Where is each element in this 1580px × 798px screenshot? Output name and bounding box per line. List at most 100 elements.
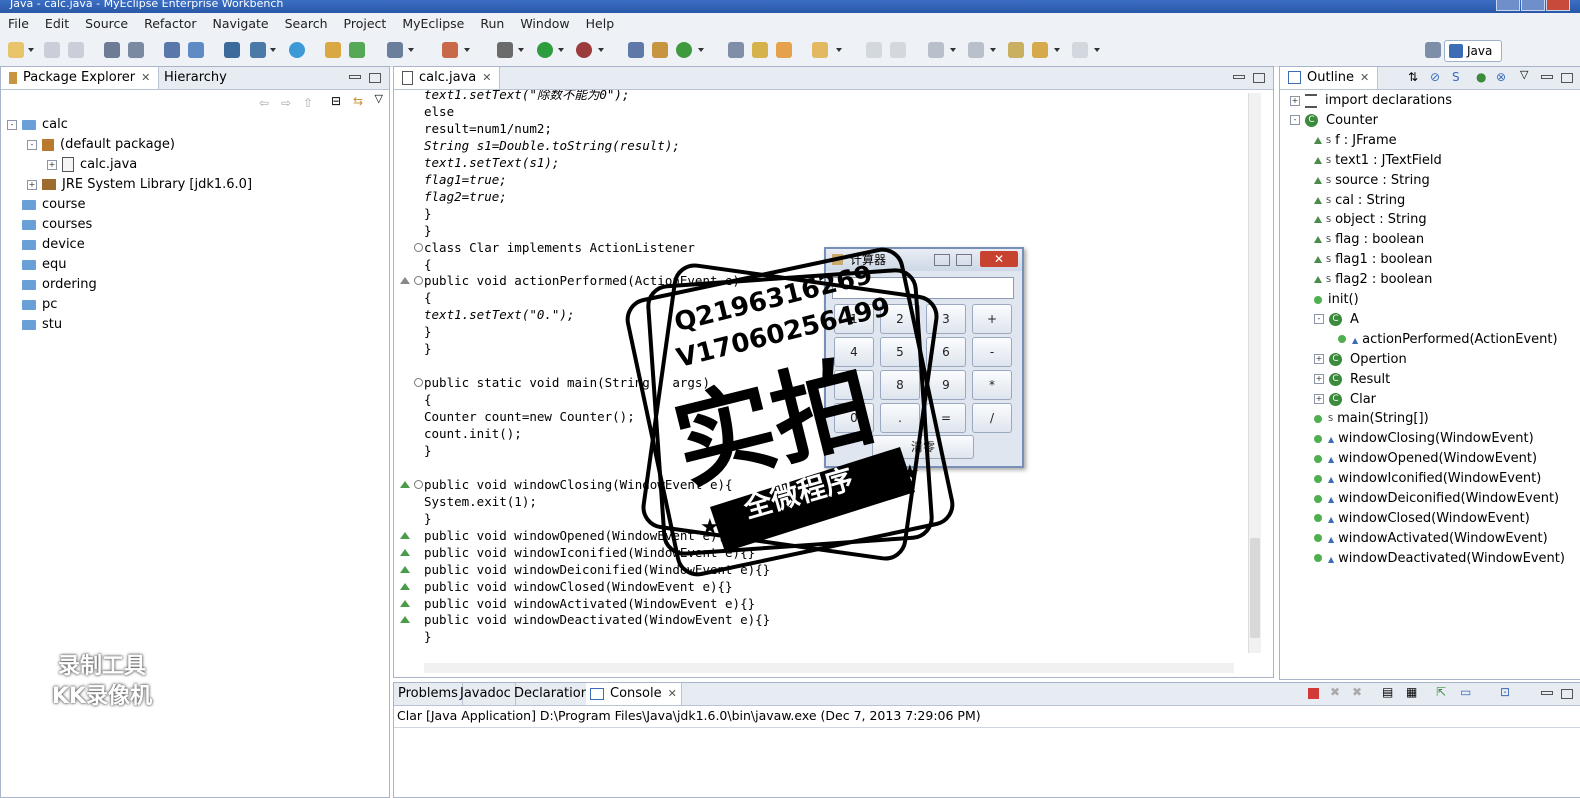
tab-declaration[interactable]: Declaration xyxy=(510,683,594,705)
remove-all-icon[interactable]: ✖ xyxy=(1352,685,1362,699)
implement-marker-icon[interactable] xyxy=(400,531,410,539)
new-java-icon[interactable] xyxy=(676,42,692,58)
collapse-all-icon[interactable]: ⊟ xyxy=(331,94,341,108)
clear-console-icon[interactable]: ▤ xyxy=(1382,685,1393,699)
tree-item[interactable]: - (default package) xyxy=(27,135,175,155)
prev-annotation-icon[interactable] xyxy=(968,42,984,58)
open-folder-icon[interactable] xyxy=(325,42,341,58)
expand-icon[interactable]: + xyxy=(1314,374,1324,385)
calc-key[interactable]: * xyxy=(972,370,1012,400)
implement-marker-icon[interactable] xyxy=(400,582,410,590)
calc-key[interactable]: 5 xyxy=(880,337,920,367)
calc-key[interactable]: 6 xyxy=(926,337,966,367)
open-console-icon[interactable]: ⊡ xyxy=(1500,685,1510,699)
outline-item[interactable]: Ssource : String xyxy=(1314,171,1430,191)
minimize-window-button[interactable] xyxy=(1496,0,1520,11)
outline-item[interactable]: ▲ windowDeactivated(WindowEvent) xyxy=(1314,549,1565,569)
collapse-icon[interactable]: - xyxy=(7,119,17,130)
expand-icon[interactable]: + xyxy=(27,179,37,190)
menu-myeclipse[interactable]: MyEclipse xyxy=(394,16,472,31)
new-package-icon[interactable] xyxy=(652,42,668,58)
outline-item[interactable]: -CA xyxy=(1314,310,1359,330)
close-window-button[interactable] xyxy=(1546,0,1570,11)
menu-window[interactable]: Window xyxy=(512,16,577,31)
editor-horizontal-scrollbar[interactable] xyxy=(424,663,1234,673)
hide-static-icon[interactable]: S xyxy=(1452,70,1460,84)
run-server-icon[interactable] xyxy=(250,42,266,58)
implement-marker-icon[interactable] xyxy=(400,565,410,573)
open-type-icon[interactable] xyxy=(728,42,744,58)
outline-item[interactable]: + import declarations xyxy=(1290,91,1452,111)
minimize-view-icon[interactable] xyxy=(349,75,361,79)
calc-key[interactable]: + xyxy=(972,304,1012,334)
window-titlebar[interactable]: Java - calc.java - MyEclipse Enterprise … xyxy=(0,0,1580,13)
clear-button[interactable]: 清零 xyxy=(872,435,974,459)
override-marker-icon[interactable] xyxy=(400,277,410,285)
fold-icon[interactable] xyxy=(414,242,423,252)
outline-item[interactable]: + C Result xyxy=(1314,370,1390,390)
collapse-icon[interactable]: - xyxy=(27,139,37,150)
minimize-icon[interactable] xyxy=(934,254,950,266)
expand-icon[interactable]: + xyxy=(1314,394,1324,404)
outline-item[interactable]: - C Counter xyxy=(1290,111,1378,131)
implement-marker-icon[interactable] xyxy=(400,599,410,607)
menu-edit[interactable]: Edit xyxy=(37,16,77,31)
outline-item[interactable]: + C Opertion xyxy=(1314,350,1407,370)
fold-icon[interactable] xyxy=(414,479,423,489)
server-icon[interactable] xyxy=(128,42,144,58)
menu-refactor[interactable]: Refactor xyxy=(136,16,204,31)
new-web-project-icon[interactable] xyxy=(224,42,240,58)
menu-file[interactable]: File xyxy=(0,16,37,31)
debug-config-icon[interactable] xyxy=(104,42,120,58)
calc-key[interactable]: 0 xyxy=(834,403,874,433)
scrollbar-thumb[interactable] xyxy=(1250,538,1260,638)
outline-item[interactable]: ▲ windowDeiconified(WindowEvent) xyxy=(1314,489,1559,509)
outline-item[interactable]: Scal : String xyxy=(1314,191,1405,211)
calc-key[interactable]: = xyxy=(926,403,966,433)
scroll-lock-icon[interactable]: ▦ xyxy=(1406,685,1417,699)
hide-fields-icon[interactable]: ⊘ xyxy=(1430,70,1440,84)
outline-item[interactable]: ▲ windowActivated(WindowEvent) xyxy=(1314,529,1548,549)
tab-console[interactable]: Console ✕ xyxy=(586,683,682,705)
tab-calc-java[interactable]: calc.java ✕ xyxy=(394,67,501,89)
maximize-view-icon[interactable] xyxy=(369,73,381,83)
open-task-icon[interactable] xyxy=(776,42,792,58)
tools-icon[interactable] xyxy=(442,42,458,58)
menu-search[interactable]: Search xyxy=(277,16,336,31)
pin-console-icon[interactable]: ⇱ xyxy=(1436,685,1446,699)
implement-marker-icon[interactable] xyxy=(400,548,410,556)
outline-item[interactable]: Sflag : boolean xyxy=(1314,230,1424,250)
collapse-icon[interactable]: - xyxy=(1314,314,1324,325)
folder-icon[interactable] xyxy=(812,42,828,58)
outline-item[interactable]: ▲ windowClosed(WindowEvent) xyxy=(1314,509,1530,529)
maximize-view-icon[interactable] xyxy=(1561,689,1573,699)
back-arrow-icon[interactable]: ⇦ xyxy=(259,96,269,110)
screen-icon[interactable] xyxy=(387,42,403,58)
close-icon[interactable]: ✕ xyxy=(1360,71,1369,84)
minimize-view-icon[interactable] xyxy=(1541,691,1553,695)
calculator-titlebar[interactable]: 计算器 ✕ xyxy=(826,249,1022,271)
view-menu-icon[interactable]: ▽ xyxy=(1520,68,1528,81)
menu-help[interactable]: Help xyxy=(578,16,623,31)
calc-key[interactable]: 1 xyxy=(834,304,874,334)
toggle-icon[interactable] xyxy=(890,42,906,58)
tab-javadoc[interactable]: Javadoc xyxy=(456,683,516,705)
close-icon[interactable]: ✕ xyxy=(482,71,491,84)
calc-key[interactable]: / xyxy=(972,403,1012,433)
last-edit-icon[interactable] xyxy=(1008,42,1024,58)
calc-key[interactable]: 7 xyxy=(834,370,874,400)
menu-run[interactable]: Run xyxy=(472,16,512,31)
terminate-icon[interactable] xyxy=(1308,688,1319,699)
external-tools-icon[interactable] xyxy=(576,42,592,58)
outline-item[interactable]: ▲ windowIconified(WindowEvent) xyxy=(1314,469,1541,489)
up-icon[interactable]: ⇧ xyxy=(303,96,313,110)
calc-key[interactable]: 9 xyxy=(926,370,966,400)
minimize-view-icon[interactable] xyxy=(1541,75,1553,79)
hide-nonpublic-icon[interactable]: ● xyxy=(1476,70,1486,84)
java-perspective-button[interactable]: Java xyxy=(1444,40,1502,62)
back-icon[interactable] xyxy=(1032,42,1048,58)
deploy-tools-icon[interactable] xyxy=(188,42,204,58)
next-annotation-icon[interactable] xyxy=(928,42,944,58)
remove-launch-icon[interactable]: ✖ xyxy=(1330,685,1340,699)
new-class-icon[interactable] xyxy=(628,42,644,58)
